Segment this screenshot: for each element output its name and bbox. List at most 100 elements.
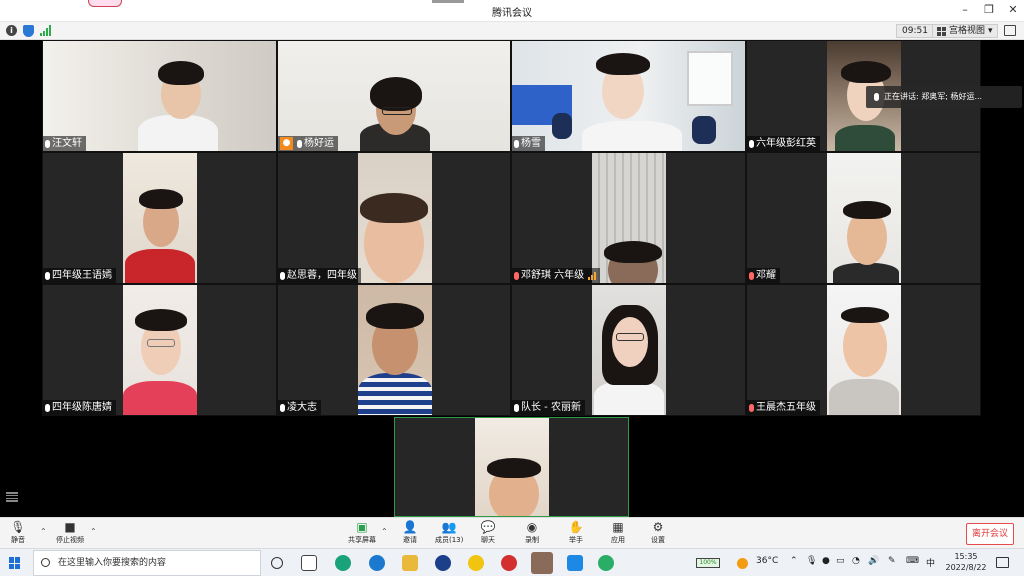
pen-icon[interactable]: ✎: [888, 556, 896, 566]
video-tile[interactable]: 汪文轩: [42, 40, 277, 152]
speaker-icon[interactable]: 🔊: [868, 556, 879, 566]
apps-button[interactable]: ▦ 应用: [610, 520, 626, 545]
tencent-meeting-icon[interactable]: [531, 552, 553, 574]
microphone-icon: [45, 403, 50, 412]
video-grid: 汪文轩 ● 杨好运 杨雪 六年级彭红英 四年级王语嫣 赵思蓉，四年级 邓舒琪 六…: [0, 40, 1024, 517]
video-tile[interactable]: 凌大志: [277, 284, 511, 416]
host-icon: ●: [280, 137, 293, 150]
window-controls: – ❐ ✕: [960, 3, 1018, 17]
view-mode-label: 宫格视图: [949, 26, 986, 36]
microphone-tray-icon[interactable]: 🎙: [806, 556, 817, 566]
chevron-up-icon[interactable]: ⌃: [381, 527, 388, 536]
task-view-icon[interactable]: [301, 555, 317, 571]
minimize-icon[interactable]: –: [960, 3, 970, 17]
system-clock[interactable]: 15:35 2022/8/22: [944, 551, 988, 573]
ime-indicator[interactable]: 中: [926, 556, 935, 569]
fullscreen-icon[interactable]: [1004, 25, 1016, 36]
tray-app-icon[interactable]: ●: [822, 556, 830, 566]
windows-taskbar: 在这里输入你要搜索的内容 100% 36°C ⌃ 🎙 ● ▭ ◔ 🔊 ✎ ⌨ 中…: [0, 548, 1024, 576]
mute-button[interactable]: 🎙 静音: [10, 520, 26, 545]
record-icon: ◉: [526, 520, 538, 534]
weather-icon[interactable]: [737, 558, 748, 569]
app-icon-blue[interactable]: [435, 555, 451, 571]
record-button[interactable]: ◉ 录制: [524, 520, 540, 545]
battery-indicator[interactable]: 100%: [696, 558, 720, 568]
info-icon[interactable]: i: [6, 25, 17, 36]
chevron-down-icon: ▾: [988, 26, 993, 36]
cortana-icon[interactable]: [271, 557, 283, 569]
participant-name-tag: 六年级彭红英: [747, 136, 820, 151]
weak-signal-icon: [588, 271, 597, 280]
edge-browser-icon[interactable]: [335, 555, 351, 571]
invite-button[interactable]: 👤 邀请: [402, 520, 418, 545]
meeting-timer: 09:51: [896, 24, 934, 38]
microphone-icon: [280, 403, 285, 412]
view-mode-button[interactable]: 宫格视图 ▾: [932, 24, 998, 38]
signal-icon[interactable]: [40, 25, 52, 36]
raise-hand-button[interactable]: ✋ 举手: [568, 520, 584, 545]
members-button[interactable]: 👥 成员(13): [435, 520, 463, 545]
video-tile[interactable]: 杨雪: [511, 40, 746, 152]
microphone-icon: [280, 271, 285, 280]
battery-tray-icon[interactable]: ▭: [836, 556, 845, 566]
microphone-icon: [297, 139, 302, 148]
participant-name-tag: 汪文轩: [43, 136, 86, 151]
keyboard-icon[interactable]: ⌨: [906, 556, 919, 566]
apps-icon: ▦: [612, 520, 624, 534]
settings-button[interactable]: ⚙ 设置: [650, 520, 666, 545]
participant-name-tag: 邓耀: [747, 268, 780, 283]
search-icon: [41, 558, 50, 567]
video-tile[interactable]: ● 杨好运: [277, 40, 511, 152]
chat-button[interactable]: 💬 聊天: [480, 520, 496, 545]
chevron-up-icon[interactable]: ⌃: [90, 527, 97, 536]
close-icon[interactable]: ✕: [1008, 3, 1018, 17]
music-app-icon[interactable]: [501, 555, 517, 571]
video-tile[interactable]: 邓舒琪 六年级: [511, 152, 746, 284]
microphone-icon: [45, 139, 50, 148]
photos-icon[interactable]: [567, 555, 583, 571]
video-tile[interactable]: 邓耀: [746, 152, 981, 284]
participant-name-tag: 四年级王语嫣: [43, 268, 116, 283]
taskbar-search-input[interactable]: 在这里输入你要搜索的内容: [33, 550, 261, 576]
shield-icon[interactable]: [23, 25, 34, 37]
list-menu-icon[interactable]: [6, 492, 18, 502]
temperature-label[interactable]: 36°C: [756, 556, 778, 566]
ie-browser-icon[interactable]: [369, 555, 385, 571]
participant-name-tag: 邓舒琪 六年级: [512, 268, 601, 283]
video-tile[interactable]: 赵思蓉，四年级: [277, 152, 511, 284]
camera-icon: ■: [64, 520, 76, 534]
participant-name-tag: 队长 - 农丽新: [512, 400, 585, 415]
microphone-muted-icon: [749, 271, 754, 280]
chevron-up-icon[interactable]: ⌃: [790, 556, 798, 566]
microphone-icon: 🎙: [10, 520, 26, 534]
members-icon: 👥: [441, 520, 457, 534]
video-tile[interactable]: 队长 - 农丽新: [511, 284, 746, 416]
app-icon-yellow[interactable]: [468, 555, 484, 571]
participant-name-tag: 赵思蓉，四年级: [278, 268, 361, 283]
drag-handle[interactable]: [432, 0, 464, 3]
video-tile[interactable]: 王晨杰五年级: [746, 284, 981, 416]
video-tile[interactable]: 四年级王语嫣: [42, 152, 277, 284]
meeting-info-bar: i 09:51 宫格视图 ▾: [0, 22, 1024, 40]
chat-icon: 💬: [480, 520, 496, 534]
notification-icon[interactable]: [996, 557, 1009, 568]
participant-name-tag: ● 杨好运: [278, 136, 338, 151]
share-screen-button[interactable]: ▣ 共享屏幕: [348, 520, 376, 545]
wechat-icon[interactable]: [598, 555, 614, 571]
video-tile[interactable]: 四年级陈唐婧: [42, 284, 277, 416]
file-explorer-icon[interactable]: [402, 555, 418, 571]
gear-icon: ⚙: [652, 520, 664, 534]
microphone-icon: [514, 403, 519, 412]
restore-icon[interactable]: ❐: [984, 3, 994, 17]
windows-start-icon[interactable]: [9, 557, 21, 569]
chevron-up-icon[interactable]: ⌃: [40, 527, 47, 536]
stop-video-button[interactable]: ■ 停止视频: [56, 520, 84, 545]
microphone-icon: [514, 139, 519, 148]
microphone-icon: [874, 93, 879, 101]
add-user-icon: 👤: [402, 520, 418, 534]
video-tile-active-speaker[interactable]: [394, 417, 629, 517]
network-icon[interactable]: ◔: [852, 556, 860, 566]
leave-meeting-button[interactable]: 离开会议: [966, 523, 1014, 545]
meeting-toolbar: 🎙 静音 ⌃ ■ 停止视频 ⌃ ▣ 共享屏幕 ⌃ 👤 邀请 👥 成员(13) 💬 聊天 ◉ 录…: [0, 517, 1024, 548]
share-screen-icon: ▣: [356, 520, 368, 534]
